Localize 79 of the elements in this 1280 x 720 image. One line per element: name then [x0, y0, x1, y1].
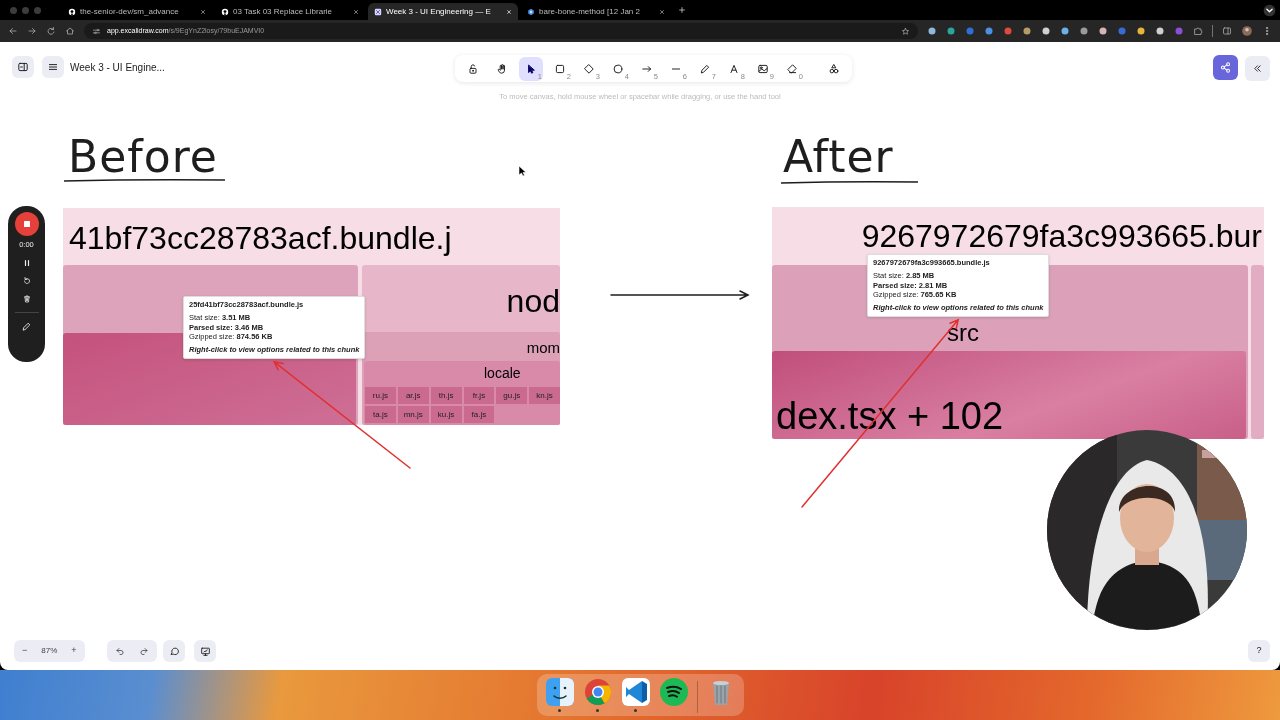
- tab-search-icon[interactable]: [1263, 3, 1276, 17]
- back-icon[interactable]: [8, 26, 18, 36]
- cursor-icon: [518, 165, 527, 177]
- trash-icon[interactable]: [21, 294, 32, 305]
- chrome-icon[interactable]: [582, 677, 613, 707]
- treemap-label: mom: [526, 340, 560, 355]
- zoom-reset-button[interactable]: 87%: [35, 640, 64, 662]
- browser-tab[interactable]: the-senior-dev/sm_advance: [62, 3, 212, 20]
- chunk-title: 41bf73cc28783acf.bundle.j: [69, 222, 452, 254]
- menu-icon: [47, 61, 59, 73]
- heading-text: After: [783, 135, 894, 179]
- chunk-title: 9267972679fa3c993665.bur: [861, 220, 1262, 252]
- treemap-label: dex.tsx + 102: [776, 397, 1004, 435]
- treemap-cell: kn.js: [529, 387, 560, 404]
- music-app-icon[interactable]: [658, 677, 689, 707]
- treemap-cell: fa.js: [463, 406, 495, 423]
- puzzle-icon[interactable]: [1193, 26, 1203, 36]
- code-editor-icon[interactable]: [620, 677, 651, 707]
- sidebar-toggle-button[interactable]: [12, 56, 34, 78]
- new-tab-icon[interactable]: [678, 6, 686, 14]
- treemap-cell: ar.js: [397, 387, 429, 404]
- redo-icon: [139, 646, 149, 656]
- undo-icon: [115, 646, 125, 656]
- finder-icon[interactable]: [544, 677, 575, 707]
- side-panel-icon[interactable]: [1222, 26, 1232, 36]
- present-button[interactable]: [194, 640, 216, 662]
- hand-icon: [496, 62, 508, 75]
- close-icon[interactable]: [659, 8, 665, 15]
- speech-bubble-icon: [168, 645, 180, 657]
- zoom-out-button[interactable]: −: [16, 640, 34, 662]
- pencil-icon[interactable]: [21, 321, 32, 333]
- sidebar-icon: [17, 61, 29, 73]
- treemap-cell: mn.js: [397, 406, 429, 423]
- treemap-cell: gu.js: [496, 387, 528, 404]
- home-icon[interactable]: [65, 26, 75, 36]
- site-settings-icon[interactable]: [92, 26, 101, 36]
- menu-button[interactable]: [42, 56, 64, 78]
- avatar-icon[interactable]: [1241, 25, 1253, 37]
- image-icon: [757, 62, 769, 75]
- shapes-icon: [828, 62, 840, 75]
- github-icon: [68, 7, 76, 16]
- restart-icon[interactable]: [21, 276, 32, 287]
- treemap-label: src: [947, 321, 979, 345]
- lock-icon: [467, 62, 479, 75]
- treemap-cell: ta.js: [365, 406, 396, 423]
- forward-icon[interactable]: [27, 26, 37, 36]
- close-icon[interactable]: [200, 8, 206, 15]
- text-tool-icon: [728, 62, 740, 75]
- treemap-label: locale: [484, 366, 521, 380]
- hexagon-icon: [527, 7, 535, 16]
- browser-tab[interactable]: Week 3 - UI Engineering — E: [368, 3, 518, 20]
- comment-button[interactable]: [163, 640, 185, 662]
- treemap-cell: th.js: [430, 387, 462, 404]
- reload-icon[interactable]: [46, 26, 56, 36]
- rectangle-icon: [554, 62, 566, 75]
- heading-text: Before: [68, 135, 218, 179]
- treemap-cell: ku.js: [430, 406, 462, 423]
- close-icon[interactable]: [353, 8, 359, 15]
- circle-icon: [612, 62, 624, 75]
- star-icon[interactable]: [901, 26, 910, 36]
- browser-tab[interactable]: 03 Task 03 Replace Librarie: [215, 3, 365, 20]
- github-icon: [221, 7, 229, 16]
- eraser-icon: [786, 62, 798, 75]
- pointer-icon: [525, 62, 537, 75]
- treemap-label: nod: [506, 285, 560, 317]
- treemap-cell: fr.js: [463, 387, 495, 404]
- stop-button[interactable]: [14, 212, 39, 236]
- drawing-app-icon: [374, 7, 382, 16]
- help-button[interactable]: ?: [1248, 640, 1270, 662]
- treemap-cell: ru.js: [365, 387, 396, 404]
- screen-icon: [199, 645, 211, 657]
- diamond-icon: [583, 62, 595, 75]
- drawing-title[interactable]: Week 3 - UI Engine...: [70, 60, 165, 75]
- share-button[interactable]: [1213, 55, 1238, 80]
- double-chevron-icon: [1252, 63, 1263, 74]
- browser-tab[interactable]: bare-bone-method [12 Jan 2: [521, 3, 671, 20]
- pencil-icon: [699, 62, 711, 75]
- share-icon: [1219, 61, 1232, 74]
- zoom-in-button[interactable]: +: [65, 640, 83, 662]
